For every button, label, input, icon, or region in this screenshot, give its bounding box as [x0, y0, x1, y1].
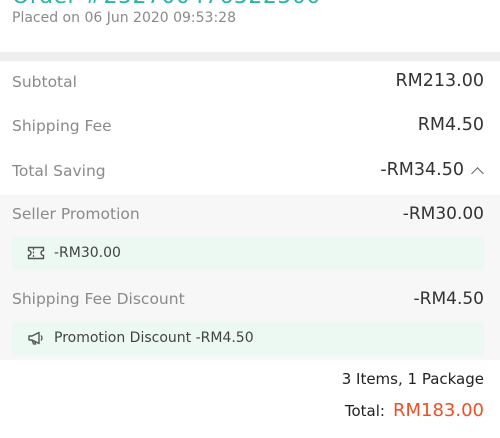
shipping-promo-text: Promotion Discount -RM4.50	[54, 330, 254, 346]
seller-promotion-row: Seller Promotion -RM30.00	[0, 195, 500, 235]
seller-promotion-label: Seller Promotion	[12, 205, 140, 223]
shipping-discount-row: Shipping Fee Discount -RM4.50	[0, 280, 500, 320]
total-saving-row[interactable]: Total Saving -RM34.50	[0, 150, 500, 194]
shipping-fee-row: Shipping Fee RM4.50	[0, 105, 500, 149]
placed-on-date: Placed on 06 Jun 2020 09:53:28	[12, 10, 236, 26]
subtotal-label: Subtotal	[12, 73, 77, 91]
savings-detail-panel: Seller Promotion -RM30.00 -RM30.00 Shipp…	[0, 195, 500, 360]
shipping-discount-label: Shipping Fee Discount	[12, 290, 185, 308]
total-amount: RM183.00	[392, 400, 484, 421]
total-saving-label: Total Saving	[12, 162, 106, 180]
seller-promotion-value: -RM30.00	[402, 204, 484, 224]
order-total: Total: RM183.00	[345, 400, 484, 421]
ticket-icon	[27, 246, 45, 260]
items-package-count: 3 Items, 1 Package	[341, 370, 484, 388]
shipping-fee-value: RM4.50	[417, 115, 484, 135]
seller-voucher-text: -RM30.00	[54, 245, 121, 261]
total-saving-value: -RM34.50	[380, 160, 464, 180]
shipping-promo-box: Promotion Discount -RM4.50	[12, 322, 484, 355]
shipping-fee-label: Shipping Fee	[12, 117, 112, 135]
subtotal-row: Subtotal RM213.00	[0, 61, 500, 105]
seller-voucher-box: -RM30.00	[12, 237, 484, 270]
total-label: Total:	[344, 402, 385, 420]
order-number: Order #252700476522500	[12, 0, 321, 9]
section-divider	[0, 52, 500, 61]
order-header: Order #252700476522500 Placed on 06 Jun …	[0, 0, 500, 52]
subtotal-value: RM213.00	[395, 71, 485, 91]
chevron-up-icon[interactable]	[471, 167, 484, 180]
shipping-discount-value: -RM4.50	[413, 289, 484, 309]
megaphone-icon	[28, 331, 43, 345]
